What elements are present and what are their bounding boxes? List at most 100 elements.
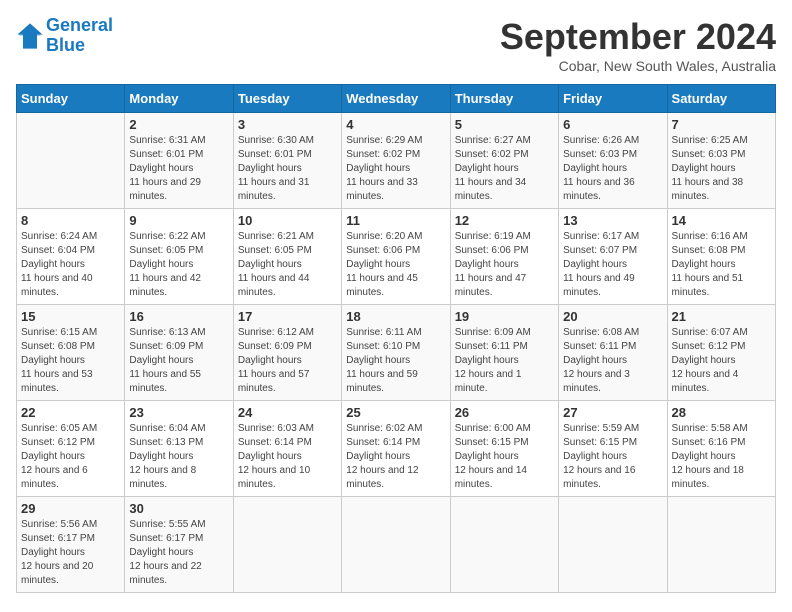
day-info: Sunrise: 6:27 AM Sunset: 6:02 PM Dayligh… (455, 134, 554, 204)
day-info: Sunrise: 6:11 AM Sunset: 6:10 PM Dayligh… (346, 326, 445, 396)
col-saturday: Saturday (667, 85, 775, 113)
col-friday: Friday (559, 85, 667, 113)
day-info: Sunrise: 6:21 AM Sunset: 6:05 PM Dayligh… (238, 230, 337, 300)
day-info: Sunrise: 6:25 AM Sunset: 6:03 PM Dayligh… (672, 134, 771, 204)
day-number: 12 (455, 213, 554, 228)
day-info: Sunrise: 6:31 AM Sunset: 6:01 PM Dayligh… (129, 134, 228, 204)
day-info: Sunrise: 5:58 AM Sunset: 6:16 PM Dayligh… (672, 422, 771, 492)
logo: General Blue (16, 16, 113, 56)
calendar-week-row: 15 Sunrise: 6:15 AM Sunset: 6:08 PM Dayl… (17, 305, 776, 401)
day-info: Sunrise: 6:07 AM Sunset: 6:12 PM Dayligh… (672, 326, 771, 396)
day-number: 27 (563, 405, 662, 420)
day-number: 6 (563, 117, 662, 132)
day-info: Sunrise: 5:56 AM Sunset: 6:17 PM Dayligh… (21, 518, 120, 588)
calendar-cell: 8 Sunrise: 6:24 AM Sunset: 6:04 PM Dayli… (17, 209, 125, 305)
calendar-cell: 15 Sunrise: 6:15 AM Sunset: 6:08 PM Dayl… (17, 305, 125, 401)
day-info: Sunrise: 6:29 AM Sunset: 6:02 PM Dayligh… (346, 134, 445, 204)
title-block: September 2024 Cobar, New South Wales, A… (500, 16, 776, 74)
day-number: 30 (129, 501, 228, 516)
calendar-cell: 25 Sunrise: 6:02 AM Sunset: 6:14 PM Dayl… (342, 401, 450, 497)
day-info: Sunrise: 6:20 AM Sunset: 6:06 PM Dayligh… (346, 230, 445, 300)
calendar-cell: 6 Sunrise: 6:26 AM Sunset: 6:03 PM Dayli… (559, 113, 667, 209)
day-number: 11 (346, 213, 445, 228)
calendar-cell: 14 Sunrise: 6:16 AM Sunset: 6:08 PM Dayl… (667, 209, 775, 305)
day-number: 29 (21, 501, 120, 516)
day-info: Sunrise: 6:12 AM Sunset: 6:09 PM Dayligh… (238, 326, 337, 396)
day-info: Sunrise: 6:30 AM Sunset: 6:01 PM Dayligh… (238, 134, 337, 204)
day-number: 3 (238, 117, 337, 132)
calendar-cell: 26 Sunrise: 6:00 AM Sunset: 6:15 PM Dayl… (450, 401, 558, 497)
day-number: 7 (672, 117, 771, 132)
day-number: 16 (129, 309, 228, 324)
day-number: 18 (346, 309, 445, 324)
day-number: 8 (21, 213, 120, 228)
day-info: Sunrise: 6:19 AM Sunset: 6:06 PM Dayligh… (455, 230, 554, 300)
calendar-week-row: 8 Sunrise: 6:24 AM Sunset: 6:04 PM Dayli… (17, 209, 776, 305)
calendar-cell: 11 Sunrise: 6:20 AM Sunset: 6:06 PM Dayl… (342, 209, 450, 305)
col-wednesday: Wednesday (342, 85, 450, 113)
day-number: 25 (346, 405, 445, 420)
calendar-cell: 10 Sunrise: 6:21 AM Sunset: 6:05 PM Dayl… (233, 209, 341, 305)
day-number: 20 (563, 309, 662, 324)
day-info: Sunrise: 6:02 AM Sunset: 6:14 PM Dayligh… (346, 422, 445, 492)
day-info: Sunrise: 5:59 AM Sunset: 6:15 PM Dayligh… (563, 422, 662, 492)
day-number: 19 (455, 309, 554, 324)
day-number: 2 (129, 117, 228, 132)
calendar-cell (342, 497, 450, 593)
day-info: Sunrise: 6:17 AM Sunset: 6:07 PM Dayligh… (563, 230, 662, 300)
calendar-cell: 9 Sunrise: 6:22 AM Sunset: 6:05 PM Dayli… (125, 209, 233, 305)
calendar-cell: 5 Sunrise: 6:27 AM Sunset: 6:02 PM Dayli… (450, 113, 558, 209)
day-info: Sunrise: 6:16 AM Sunset: 6:08 PM Dayligh… (672, 230, 771, 300)
header: General Blue September 2024 Cobar, New S… (16, 16, 776, 74)
col-tuesday: Tuesday (233, 85, 341, 113)
day-info: Sunrise: 6:09 AM Sunset: 6:11 PM Dayligh… (455, 326, 554, 396)
day-info: Sunrise: 6:04 AM Sunset: 6:13 PM Dayligh… (129, 422, 228, 492)
calendar-cell: 20 Sunrise: 6:08 AM Sunset: 6:11 PM Dayl… (559, 305, 667, 401)
calendar-cell: 7 Sunrise: 6:25 AM Sunset: 6:03 PM Dayli… (667, 113, 775, 209)
calendar-cell: 2 Sunrise: 6:31 AM Sunset: 6:01 PM Dayli… (125, 113, 233, 209)
day-number: 15 (21, 309, 120, 324)
calendar-cell: 23 Sunrise: 6:04 AM Sunset: 6:13 PM Dayl… (125, 401, 233, 497)
day-info: Sunrise: 6:24 AM Sunset: 6:04 PM Dayligh… (21, 230, 120, 300)
col-monday: Monday (125, 85, 233, 113)
calendar-cell: 28 Sunrise: 5:58 AM Sunset: 6:16 PM Dayl… (667, 401, 775, 497)
day-info: Sunrise: 6:13 AM Sunset: 6:09 PM Dayligh… (129, 326, 228, 396)
col-sunday: Sunday (17, 85, 125, 113)
calendar-cell (233, 497, 341, 593)
calendar-cell: 13 Sunrise: 6:17 AM Sunset: 6:07 PM Dayl… (559, 209, 667, 305)
day-number: 23 (129, 405, 228, 420)
calendar-cell: 18 Sunrise: 6:11 AM Sunset: 6:10 PM Dayl… (342, 305, 450, 401)
calendar-week-row: 2 Sunrise: 6:31 AM Sunset: 6:01 PM Dayli… (17, 113, 776, 209)
day-number: 22 (21, 405, 120, 420)
calendar-cell: 16 Sunrise: 6:13 AM Sunset: 6:09 PM Dayl… (125, 305, 233, 401)
calendar-week-row: 22 Sunrise: 6:05 AM Sunset: 6:12 PM Dayl… (17, 401, 776, 497)
calendar-cell: 3 Sunrise: 6:30 AM Sunset: 6:01 PM Dayli… (233, 113, 341, 209)
day-info: Sunrise: 6:05 AM Sunset: 6:12 PM Dayligh… (21, 422, 120, 492)
day-info: Sunrise: 6:08 AM Sunset: 6:11 PM Dayligh… (563, 326, 662, 396)
calendar-cell (667, 497, 775, 593)
day-number: 10 (238, 213, 337, 228)
day-number: 26 (455, 405, 554, 420)
calendar-cell: 30 Sunrise: 5:55 AM Sunset: 6:17 PM Dayl… (125, 497, 233, 593)
calendar-cell: 24 Sunrise: 6:03 AM Sunset: 6:14 PM Dayl… (233, 401, 341, 497)
location: Cobar, New South Wales, Australia (500, 58, 776, 74)
calendar-cell: 21 Sunrise: 6:07 AM Sunset: 6:12 PM Dayl… (667, 305, 775, 401)
day-info: Sunrise: 6:15 AM Sunset: 6:08 PM Dayligh… (21, 326, 120, 396)
month-title: September 2024 (500, 16, 776, 58)
day-number: 24 (238, 405, 337, 420)
day-info: Sunrise: 6:22 AM Sunset: 6:05 PM Dayligh… (129, 230, 228, 300)
calendar-cell: 22 Sunrise: 6:05 AM Sunset: 6:12 PM Dayl… (17, 401, 125, 497)
calendar-cell: 12 Sunrise: 6:19 AM Sunset: 6:06 PM Dayl… (450, 209, 558, 305)
day-info: Sunrise: 6:03 AM Sunset: 6:14 PM Dayligh… (238, 422, 337, 492)
calendar-table: Sunday Monday Tuesday Wednesday Thursday… (16, 84, 776, 593)
calendar-cell (559, 497, 667, 593)
calendar-cell: 19 Sunrise: 6:09 AM Sunset: 6:11 PM Dayl… (450, 305, 558, 401)
day-number: 4 (346, 117, 445, 132)
calendar-header-row: Sunday Monday Tuesday Wednesday Thursday… (17, 85, 776, 113)
day-number: 5 (455, 117, 554, 132)
day-info: Sunrise: 6:26 AM Sunset: 6:03 PM Dayligh… (563, 134, 662, 204)
day-number: 17 (238, 309, 337, 324)
logo-blue: Blue (46, 35, 85, 55)
calendar-cell (450, 497, 558, 593)
calendar-cell: 4 Sunrise: 6:29 AM Sunset: 6:02 PM Dayli… (342, 113, 450, 209)
